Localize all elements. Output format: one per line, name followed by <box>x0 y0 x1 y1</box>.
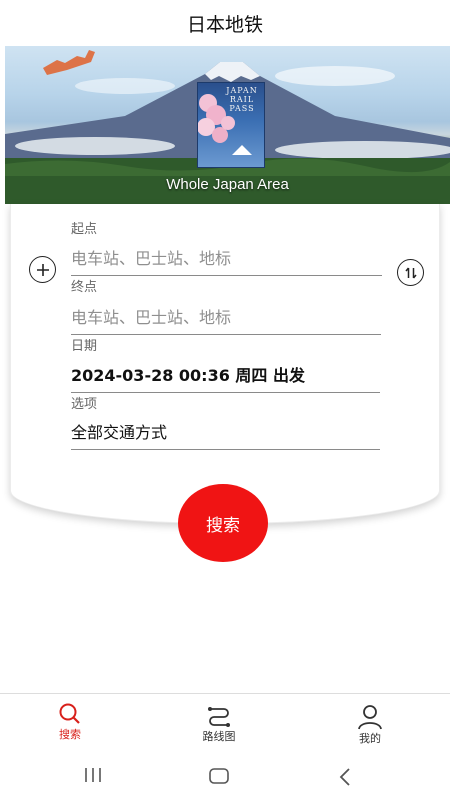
options-field[interactable]: 全部交通方式 <box>71 419 380 450</box>
date-field[interactable]: 2024-03-28 00:36 周四 出发 <box>71 362 380 393</box>
back-icon[interactable] <box>336 767 354 787</box>
destination-label: 终点 <box>71 280 98 295</box>
swap-arrows-icon <box>404 267 417 278</box>
search-button[interactable]: 搜索 <box>178 484 268 562</box>
system-nav-bar <box>0 757 450 800</box>
swap-stations-button[interactable] <box>397 259 424 286</box>
banner-caption: Whole Japan Area <box>166 176 289 193</box>
origin-label: 起点 <box>71 222 98 237</box>
profile-icon <box>358 705 382 730</box>
nav-item-route-map[interactable]: 路线图 <box>179 704 259 744</box>
date-label: 日期 <box>71 339 98 354</box>
nav-label-profile: 我的 <box>359 732 381 745</box>
options-label: 选项 <box>71 397 98 412</box>
title-bar: 日本地铁 <box>0 0 450 46</box>
bottom-nav: 搜索 路线图 我的 <box>0 693 450 757</box>
rail-pass-card: JAPAN RAIL PASS <box>197 82 265 168</box>
origin-input[interactable]: 电车站、巴士站、地标 <box>71 245 382 276</box>
nav-label-search: 搜索 <box>59 728 81 741</box>
nav-item-profile[interactable]: 我的 <box>330 704 410 746</box>
recent-apps-icon[interactable] <box>82 766 104 784</box>
add-via-button[interactable] <box>29 256 56 283</box>
hero-banner: JAPAN RAIL PASS Whole Japan Area <box>5 46 450 204</box>
search-icon <box>59 703 80 724</box>
nav-item-search[interactable]: 搜索 <box>30 702 110 742</box>
rail-pass-text: JAPAN RAIL PASS <box>226 86 258 113</box>
home-icon[interactable] <box>208 767 230 785</box>
route-map-icon <box>208 707 230 727</box>
plus-circle-icon <box>36 263 49 276</box>
nav-label-route-map: 路线图 <box>202 730 236 743</box>
japan-map-icon <box>43 50 95 75</box>
page-title: 日本地铁 <box>186 13 263 36</box>
destination-input[interactable]: 电车站、巴士站、地标 <box>71 304 381 335</box>
